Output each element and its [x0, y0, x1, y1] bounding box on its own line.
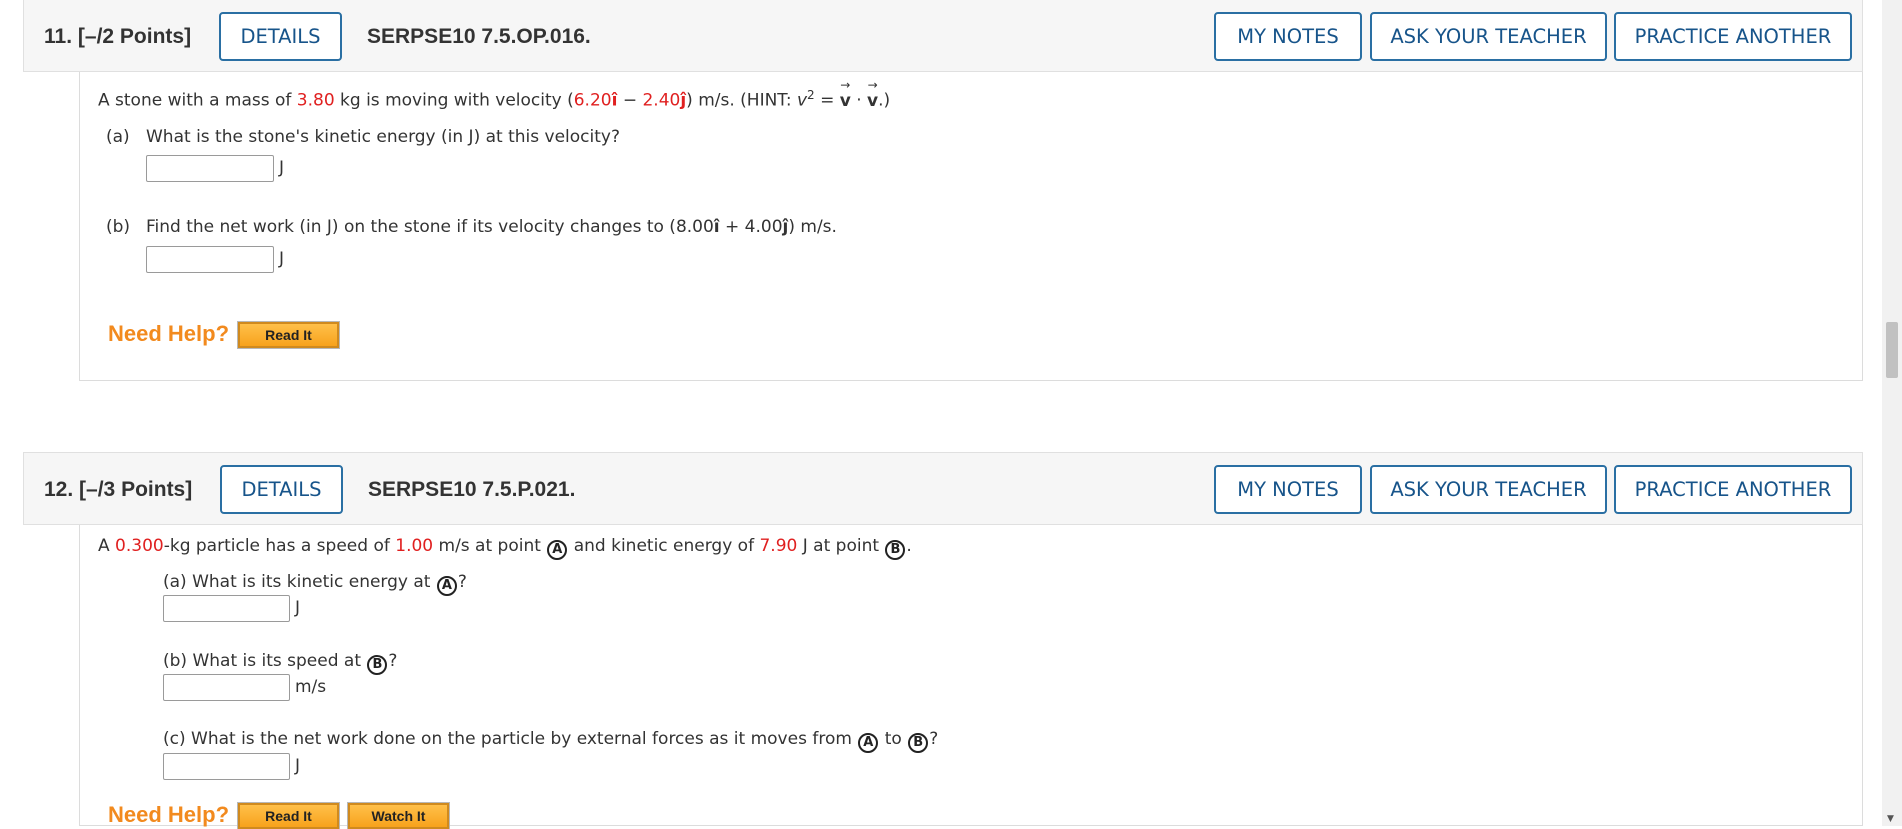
part-a-unit: J — [279, 158, 285, 178]
scroll-down-arrow-icon[interactable]: ▼ — [1887, 814, 1894, 824]
vector-v: → v — [867, 77, 879, 111]
question-code: SERPSE10 7.5.OP.016. — [367, 25, 591, 48]
mass-value: 0.300 — [115, 536, 164, 556]
part-c-unit: J — [295, 756, 301, 776]
part-b-unit: J — [279, 249, 285, 269]
details-button[interactable]: DETAILS — [220, 465, 343, 514]
point-b-icon: B — [908, 733, 929, 753]
question-11-stem: A stone with a mass of 3.80 kg is moving… — [98, 77, 891, 111]
question-number: 12. — [44, 478, 74, 501]
part-a-question: What is the stone's kinetic energy (in J… — [146, 127, 620, 147]
speed-value: 1.00 — [395, 536, 434, 556]
part-a-answer-input[interactable] — [146, 155, 274, 182]
question-11-title: 11. [–/2 Points] — [44, 0, 191, 73]
velocity-y-value: 2.40 — [642, 90, 681, 111]
point-b-icon: B — [367, 655, 388, 675]
scrollbar-thumb[interactable] — [1886, 322, 1898, 378]
part-b-question: Find the net work (in J) on the stone if… — [146, 217, 837, 237]
mass-value: 3.80 — [296, 90, 335, 111]
question-points: [–/3 Points] — [79, 478, 193, 501]
need-help-label: Need Help? — [108, 321, 230, 346]
assignment-page: 11. [–/2 Points] DETAILS SERPSE10 7.5.OP… — [0, 0, 1882, 829]
my-notes-button[interactable]: MY NOTES — [1214, 12, 1362, 61]
part-b-answer-input[interactable] — [163, 674, 290, 701]
question-number: 11. — [44, 25, 73, 48]
details-button[interactable]: DETAILS — [219, 12, 342, 61]
ask-your-teacher-button[interactable]: ASK YOUR TEACHER — [1370, 12, 1607, 61]
question-12-body — [79, 525, 1863, 826]
part-c-question: (c) What is the net work done on the par… — [163, 729, 938, 753]
point-a-icon: A — [547, 540, 568, 560]
part-b-label: (b) — [106, 217, 131, 237]
question-12-title: 12. [–/3 Points] — [44, 453, 192, 526]
vector-v: → v — [839, 77, 851, 111]
velocity-x-value: 6.20 — [573, 90, 612, 111]
question-11-header: 11. [–/2 Points] DETAILS SERPSE10 7.5.OP… — [23, 0, 1863, 72]
vertical-scrollbar[interactable]: ▼ — [1882, 0, 1902, 826]
question-12-header: 12. [–/3 Points] DETAILS SERPSE10 7.5.P.… — [23, 452, 1863, 525]
part-a-question: (a) What is its kinetic energy at A? — [163, 572, 467, 596]
part-b-question: (b) What is its speed at B? — [163, 651, 397, 675]
ask-your-teacher-button[interactable]: ASK YOUR TEACHER — [1370, 465, 1607, 514]
part-b-answer-input[interactable] — [146, 246, 274, 273]
part-c-answer-input[interactable] — [163, 753, 290, 780]
need-help-label: Need Help? — [108, 802, 230, 827]
question-code: SERPSE10 7.5.P.021. — [368, 478, 576, 501]
point-a-icon: A — [436, 576, 457, 596]
read-it-button[interactable]: Read It — [237, 802, 340, 829]
question-12-stem: A 0.300-kg particle has a speed of 1.00 … — [98, 536, 912, 560]
part-a-unit: J — [295, 598, 301, 618]
question-points: [–/2 Points] — [77, 25, 192, 48]
read-it-button[interactable]: Read It — [237, 321, 340, 349]
practice-another-button[interactable]: PRACTICE ANOTHER — [1614, 465, 1852, 514]
part-b-unit: m/s — [295, 677, 327, 697]
part-a-label: (a) — [106, 127, 130, 147]
point-a-icon: A — [858, 733, 879, 753]
kinetic-energy-value: 7.90 — [759, 536, 798, 556]
point-b-icon: B — [885, 540, 906, 560]
my-notes-button[interactable]: MY NOTES — [1214, 465, 1362, 514]
part-a-answer-input[interactable] — [163, 595, 290, 622]
practice-another-button[interactable]: PRACTICE ANOTHER — [1614, 12, 1852, 61]
watch-it-button[interactable]: Watch It — [347, 802, 450, 829]
